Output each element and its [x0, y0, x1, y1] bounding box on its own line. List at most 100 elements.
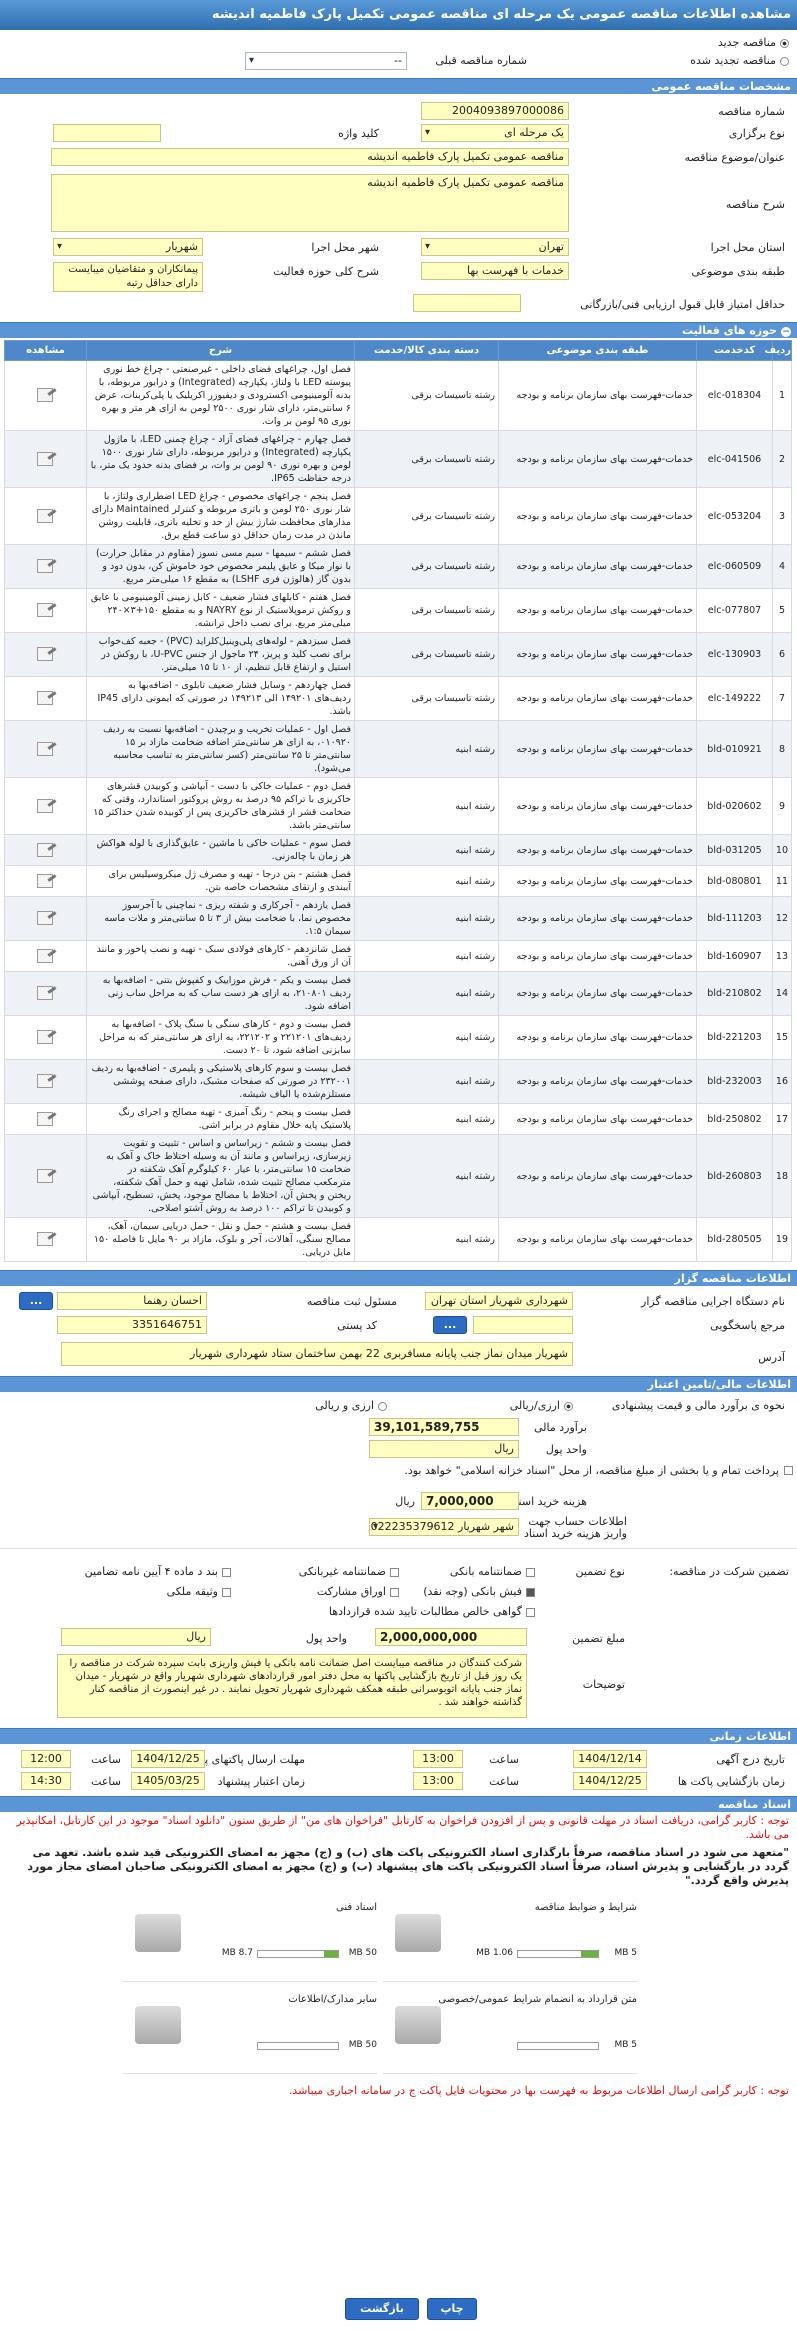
- view-icon[interactable]: [35, 449, 57, 466]
- doc-max-size: 50 MB: [348, 2040, 377, 2050]
- doc-item-terms[interactable]: شرایط و ضوابط مناقصه 5 MB 1.06 MB: [383, 1898, 637, 1982]
- row-description: فصل ششم - سیمها - سیم مسی نسوز (مقاوم در…: [86, 544, 355, 589]
- radio-renewed-tender[interactable]: مناقصه تجدید شده: [690, 54, 789, 67]
- currency-field[interactable]: ریال: [369, 1440, 519, 1458]
- view-icon[interactable]: [35, 840, 57, 857]
- postal-code-field[interactable]: 3351646751: [57, 1316, 207, 1334]
- view-icon[interactable]: [35, 688, 57, 705]
- min-score-label: حداقل امتیاز قابل قبول ارزیابی فنی/بازرگ…: [580, 298, 785, 311]
- publish-date-field[interactable]: 1404/12/14: [573, 1750, 647, 1768]
- org-name-field[interactable]: شهرداری شهریار استان تهران: [425, 1292, 573, 1310]
- radio-currency-and-rial[interactable]: ارزی و ریالی: [315, 1399, 387, 1412]
- holding-type-label: نوع برگزاری: [728, 127, 785, 140]
- collapse-icon[interactable]: −: [781, 327, 791, 337]
- view-icon[interactable]: [35, 385, 57, 402]
- radio-new-tender[interactable]: مناقصه جدید: [718, 36, 789, 49]
- description-textarea[interactable]: مناقصه عمومی تکمیل پارک فاطمیه اندیشه: [51, 174, 569, 232]
- doc-cost-field[interactable]: 7,000,000: [421, 1492, 519, 1510]
- view-icon[interactable]: [35, 1109, 57, 1126]
- row-category: رشته ابنیه: [354, 1217, 499, 1262]
- guarantee-property[interactable]: وثیقه ملکی: [167, 1585, 231, 1598]
- scope-label: شرح کلی حوزه فعالیت: [273, 265, 379, 278]
- reference-field[interactable]: [473, 1316, 573, 1334]
- guarantee-amount-field[interactable]: 2,000,000,000: [375, 1628, 527, 1646]
- class-field[interactable]: خدمات با فهرست بها: [421, 262, 569, 280]
- doc-item-other[interactable]: سایر مدارک/اطلاعات 50 MB: [123, 1990, 377, 2074]
- reference-lookup-button[interactable]: ...: [433, 1316, 467, 1334]
- radio-rial-label: ارزی/ریالی: [509, 1399, 560, 1412]
- account-label: اطلاعات حساب جهت واریز هزینه خرید اسناد: [524, 1515, 627, 1540]
- open-time-field[interactable]: 13:00: [413, 1772, 463, 1790]
- view-icon[interactable]: [35, 1071, 57, 1088]
- activity-section-header: −حوزه های فعالیت: [0, 322, 797, 338]
- keyword-input[interactable]: [53, 124, 161, 142]
- province-select[interactable]: تهران: [421, 238, 569, 256]
- row-category: رشته ابنیه: [354, 896, 499, 941]
- view-icon[interactable]: [35, 739, 57, 756]
- address-field[interactable]: شهریار میدان نماز جنب پایانه مسافربری 22…: [61, 1342, 573, 1366]
- view-icon[interactable]: [35, 600, 57, 617]
- view-icon[interactable]: [35, 556, 57, 573]
- subject-field[interactable]: مناقصه عمومی تکمیل پارک فاطمیه اندیشه: [51, 148, 569, 166]
- min-score-field[interactable]: [413, 294, 521, 312]
- radio-rial[interactable]: ارزی/ریالی: [510, 1399, 573, 1412]
- spec-section-header: مشخصات مناقصه عمومی: [0, 78, 797, 94]
- table-row: 4 elc-060509 خدمات-فهرست بهای سازمان برنام…: [4, 544, 792, 589]
- guarantee-currency-field[interactable]: ریال: [61, 1628, 211, 1646]
- view-icon[interactable]: [35, 1166, 57, 1183]
- validity-time[interactable]: 14:30: [21, 1772, 71, 1790]
- prev-number-select[interactable]: --: [245, 52, 407, 70]
- view-icon[interactable]: [35, 1027, 57, 1044]
- back-button[interactable]: بازگشت: [345, 2298, 419, 2320]
- row-class: خدمات-فهرست بهای سازمان برنامه و بودجه: [498, 588, 697, 633]
- view-icon[interactable]: [35, 946, 57, 963]
- tender-number-field[interactable]: 2004093897000086: [421, 102, 569, 120]
- view-icon[interactable]: [35, 983, 57, 1000]
- table-row: 3 elc-053204 خدمات-فهرست بهای سازمان برنام…: [4, 487, 792, 545]
- finance-section-header: اطلاعات مالی/تامین اعتبار: [0, 1376, 797, 1392]
- estimate-field[interactable]: 39,101,589,755: [369, 1418, 519, 1436]
- open-date-field[interactable]: 1404/12/25: [573, 1772, 647, 1790]
- print-button[interactable]: چاپ: [427, 2298, 477, 2320]
- view-icon[interactable]: [35, 644, 57, 661]
- docs-grid: شرایط و ضوابط مناقصه 5 MB 1.06 MB اسناد …: [0, 1890, 797, 2078]
- scope-field[interactable]: پیمانکاران و متقاضیان میبایست دارای حداق…: [53, 262, 203, 292]
- docs-section-header: اسناد مناقصه: [0, 1796, 797, 1812]
- guarantee-cash[interactable]: فیش بانکی (وجه نقد): [423, 1585, 535, 1598]
- guarantee-bonds[interactable]: اوراق مشارکت: [317, 1585, 399, 1598]
- holding-type-select[interactable]: یک مرحله ای: [421, 124, 569, 142]
- view-icon[interactable]: [35, 1229, 57, 1246]
- doc-progress-bar: [257, 2042, 339, 2050]
- view-icon[interactable]: [35, 871, 57, 888]
- treasury-checkbox[interactable]: [784, 1466, 793, 1475]
- publish-time-field[interactable]: 13:00: [413, 1750, 463, 1768]
- service-code: bld-160907: [696, 940, 773, 972]
- responsible-field[interactable]: احسان رهنما: [57, 1292, 207, 1310]
- guarantee-bank[interactable]: ضمانتنامه بانکی: [450, 1565, 535, 1578]
- doc-progress-bar: [517, 1950, 599, 1958]
- send-deadline-time[interactable]: 12:00: [21, 1750, 71, 1768]
- responsible-lookup-button[interactable]: ...: [19, 1292, 53, 1310]
- view-icon[interactable]: [35, 506, 57, 523]
- table-row: 19 bld-280505 خدمات-فهرست بهای سازمان برنا…: [4, 1217, 792, 1262]
- class-label: طبقه بندی موضوعی: [691, 265, 785, 278]
- account-select[interactable]: شهر شهریار IR022235379612: [369, 1518, 519, 1536]
- city-select[interactable]: شهریار: [53, 238, 203, 256]
- doc-size: 8.7 MB: [221, 1948, 253, 1958]
- doc-item-technical[interactable]: اسناد فنی 50 MB 8.7 MB: [123, 1898, 377, 1982]
- explanation-textarea[interactable]: شرکت کنندگان در مناقصه میبایست اصل ضمانت…: [57, 1654, 527, 1718]
- docs-warning-2: "متعهد می شود در اسناد مناقصه، صرفاً بار…: [27, 1846, 789, 1887]
- guarantee-nonbank[interactable]: ضمانتنامه غیربانکی: [299, 1565, 399, 1578]
- doc-item-contract[interactable]: متن قرارداد به انضمام شرایط عمومی/خصوصی …: [383, 1990, 637, 2074]
- city-label: شهر محل اجرا: [311, 241, 379, 254]
- guarantee-claims[interactable]: گواهی خالص مطالبات تایید شده قراردادها: [329, 1605, 535, 1618]
- view-cell: [4, 1059, 87, 1104]
- view-icon[interactable]: [35, 908, 57, 925]
- send-deadline-date[interactable]: 1404/12/25: [131, 1750, 205, 1768]
- doc-cost-label: هزینه خرید اسناد: [510, 1495, 587, 1508]
- guarantee-clause[interactable]: بند د ماده ۴ آیین نامه تضامین: [85, 1565, 231, 1578]
- view-icon[interactable]: [35, 796, 57, 813]
- validity-date[interactable]: 1405/03/25: [131, 1772, 205, 1790]
- row-category: رشته تاسیسات برقی: [354, 632, 499, 677]
- doc-title: اسناد فنی: [336, 1902, 377, 1913]
